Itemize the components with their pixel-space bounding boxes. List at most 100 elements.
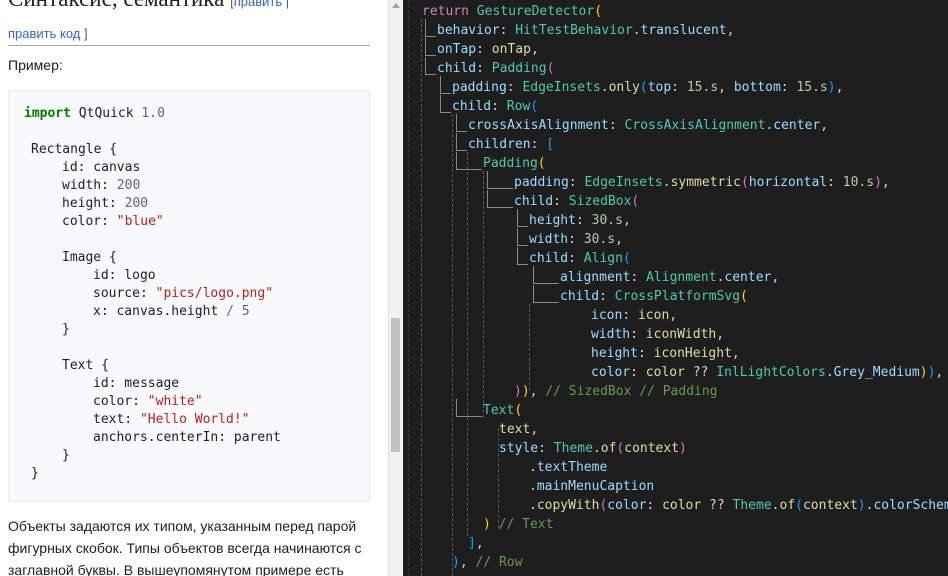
editor-code-line[interactable]: .copyWith(color: color ?? Theme.of(conte… <box>529 496 948 515</box>
code-token: : <box>530 137 547 152</box>
code-token: ) <box>679 441 687 456</box>
code-token: EdgeInsets <box>522 80 601 95</box>
editor-code-line[interactable]: onTap: onTap, <box>437 40 539 59</box>
article-paragraph: Объекты задаются их типом, указанным пер… <box>8 518 362 576</box>
qml-code-block: import QtQuick 1.0 Rectangle { id: canva… <box>8 90 370 502</box>
example-label: Пример: <box>8 57 63 73</box>
editor-code-line[interactable]: children: [ <box>468 135 554 154</box>
code-token: , <box>716 327 725 342</box>
editor-code-line[interactable]: width: 30.s, <box>529 230 623 249</box>
code-line: source: "pics/logo.png" <box>93 286 274 301</box>
code-token: only <box>608 80 640 95</box>
code-line: id: message <box>93 376 180 391</box>
code-token: CrossAxisAlignment <box>624 118 766 133</box>
scroll-thumb[interactable] <box>391 318 400 452</box>
heading-divider <box>8 45 370 46</box>
edit-section-link[interactable]: править <box>234 0 282 9</box>
code-token: : <box>491 99 507 114</box>
editor-code-line[interactable]: .mainMenuCaption <box>529 477 654 496</box>
code-token: EdgeInsets <box>584 175 663 190</box>
code-token: : <box>568 175 585 190</box>
editor-code-line[interactable]: .textTheme <box>529 458 607 477</box>
editor-code-line[interactable]: icon: icon, <box>591 306 677 325</box>
editor-code-line[interactable]: width: iconWidth, <box>591 325 724 344</box>
editor-code-line[interactable]: ], <box>468 534 484 553</box>
code-token: , <box>726 23 735 38</box>
tree-connector <box>487 171 513 189</box>
code-token: color <box>591 365 631 380</box>
editor-code-line[interactable]: style: Theme.of(context) <box>499 439 687 458</box>
code-token: : <box>575 213 592 228</box>
tree-connector <box>425 57 436 75</box>
editor-code-line[interactable]: alignment: Alignment.center, <box>560 268 779 287</box>
code-token: 10.s <box>842 175 875 190</box>
editor-code-line[interactable]: child: SizedBox( <box>514 192 639 211</box>
code-token: child <box>560 289 600 304</box>
page-scrollbar[interactable] <box>388 0 402 576</box>
edit-code-link[interactable]: править код <box>8 26 80 41</box>
code-token: child <box>529 251 569 266</box>
scroll-up-arrow-icon[interactable] <box>392 3 400 8</box>
code-token: . <box>662 175 671 190</box>
code-token: Alignment <box>646 270 717 285</box>
code-line: } <box>62 322 70 337</box>
editor-code-line[interactable]: color: color ?? InlLightColors.Grey_Medi… <box>591 363 943 382</box>
code-token: , <box>529 384 546 399</box>
code-token: ?? <box>701 498 733 513</box>
editor-code-line[interactable]: height: 30.s, <box>529 211 631 230</box>
code-token: , <box>820 118 829 133</box>
editor-code-line[interactable]: return GestureDetector( <box>422 2 602 21</box>
editor-code-line[interactable]: height: iconHeight, <box>591 344 740 363</box>
wiki-article-pane: Синтаксис, семантика [править | править … <box>0 0 388 576</box>
code-token: , <box>615 232 623 247</box>
editor-code-line[interactable]: child: Padding( <box>437 59 554 78</box>
code-token: ( <box>622 251 631 266</box>
code-token: 15.s <box>686 80 719 95</box>
tree-connector <box>517 247 528 265</box>
code-token: context <box>624 441 680 456</box>
indent-guide <box>421 19 422 576</box>
code-line: } <box>62 448 70 463</box>
code-token: // Row <box>475 555 523 570</box>
editor-code-line[interactable]: ) // Text <box>483 515 553 534</box>
editor-code-line[interactable]: child: Align( <box>529 249 631 268</box>
code-token: return <box>422 4 477 19</box>
code-token: icon <box>637 308 670 323</box>
editor-code-line[interactable]: Text( <box>483 401 522 420</box>
editor-code-line[interactable]: ), // Row <box>452 553 522 572</box>
code-token: Row <box>506 99 531 114</box>
code-token: height <box>529 213 576 228</box>
code-token: ( <box>631 194 640 209</box>
code-token: // SizedBox // Padding <box>545 384 718 399</box>
code-token: crossAxisAlignment <box>468 118 609 133</box>
editor-code-line[interactable]: Padding( <box>483 154 546 173</box>
code-token: width <box>591 327 631 342</box>
tree-connector <box>456 152 482 170</box>
code-token: mainMenuCaption <box>536 479 655 494</box>
code-token: behavior <box>437 23 500 38</box>
code-token: ( <box>514 403 523 418</box>
code-token: : <box>568 232 584 247</box>
editor-code-line[interactable]: crossAxisAlignment: CrossAxisAlignment.c… <box>468 116 828 135</box>
editor-code-line[interactable]: )), // SizedBox // Padding <box>514 382 718 401</box>
tree-connector <box>440 95 451 113</box>
code-token: , <box>881 175 890 190</box>
editor-code-line[interactable]: child: Row( <box>452 97 538 116</box>
code-token: : <box>630 327 646 342</box>
editor-code-line[interactable]: child: CrossPlatformSvg( <box>560 287 748 306</box>
code-token: bottom <box>733 80 781 95</box>
editor-code-line[interactable]: text, <box>499 420 538 439</box>
code-token: ( <box>546 61 555 76</box>
code-token: ) <box>452 555 460 570</box>
code-token: color <box>662 498 702 513</box>
code-token: , <box>718 80 734 95</box>
code-editor-pane[interactable]: return GestureDetector(behavior: HitTest… <box>403 0 948 576</box>
code-token: GestureDetector <box>476 4 595 19</box>
code-token: of <box>600 441 617 456</box>
code-token: 15.s <box>796 80 828 95</box>
editor-code-line[interactable]: padding: EdgeInsets.only(top: 15.s, bott… <box>452 78 843 97</box>
editor-code-line[interactable]: padding: EdgeInsets.symmetric(horizontal… <box>514 173 890 192</box>
editor-code-line[interactable]: behavior: HitTestBehavior.translucent, <box>437 21 734 40</box>
code-token: child <box>437 61 477 76</box>
